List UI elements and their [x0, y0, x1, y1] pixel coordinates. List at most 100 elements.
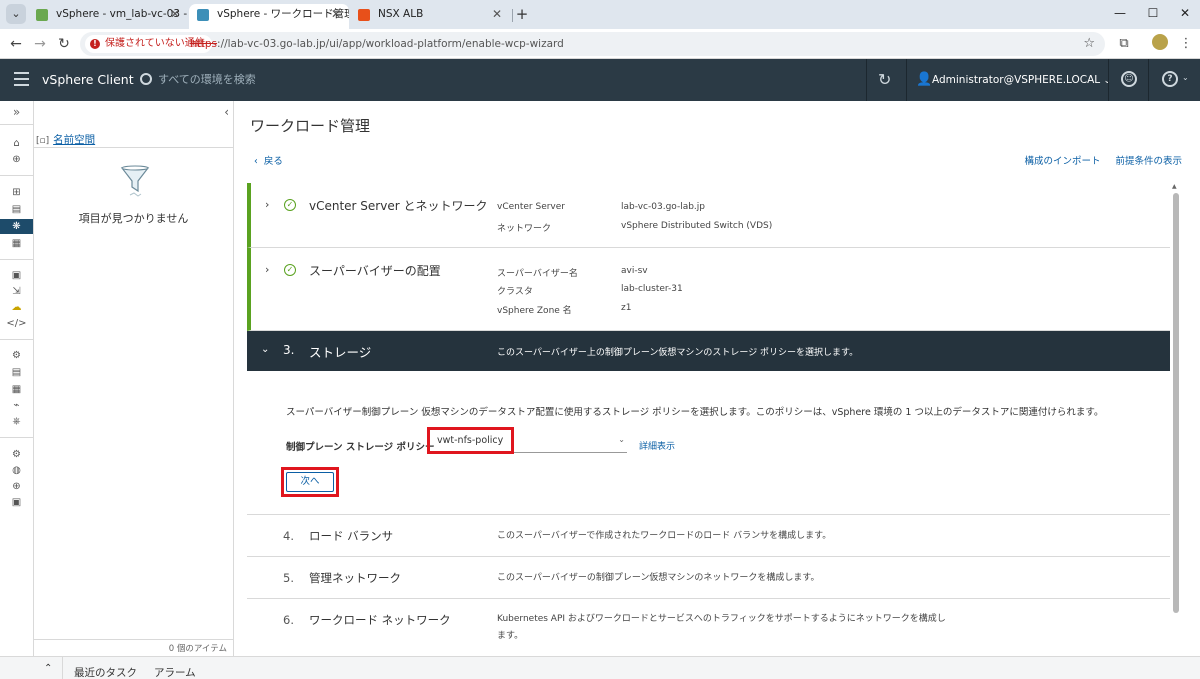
storage-icon[interactable]: ▦: [5, 236, 28, 251]
shortcuts-icon[interactable]: ⊕: [5, 152, 28, 167]
menu-icon[interactable]: [14, 72, 29, 86]
events-icon[interactable]: ▤: [5, 365, 28, 380]
hosts-clusters-icon[interactable]: ⊞: [5, 185, 28, 200]
settings-icon[interactable]: ⚙: [5, 447, 28, 462]
browser-tab-nsx-alb[interactable]: NSX ALB ✕: [350, 4, 510, 29]
policy-label: 制御プレーン ストレージ ポリシー: [286, 442, 435, 453]
browser-tab-workload[interactable]: vSphere - ワークロード管理 ✕: [189, 4, 349, 29]
browser-tab-vm[interactable]: vSphere - vm_lab-vc-03 - 仮想マ ✕: [28, 4, 188, 29]
step-number: 6.: [283, 613, 294, 627]
app-brand[interactable]: vSphere Client: [42, 59, 134, 101]
field-key: vCenter Server: [497, 202, 565, 212]
recent-tasks-tab[interactable]: 最近のタスク: [74, 665, 137, 679]
omnibox[interactable]: ! 保護されていない通信 https://lab-vc-03.go-lab.jp…: [80, 32, 1105, 56]
tab-search-chevron-icon[interactable]: ⌄: [6, 4, 26, 24]
field-key: vSphere Zone 名: [497, 306, 572, 316]
step-management-network[interactable]: 5. 管理ネットワーク このスーパーバイザーの制御プレーン仮想マシンのネットワー…: [247, 557, 1170, 599]
profile-avatar-icon[interactable]: [1150, 34, 1170, 54]
step-description: このスーパーバイザーの制御プレーン仮想マシンのネットワークを構成します。: [497, 573, 820, 583]
plugins-icon[interactable]: ⎈: [5, 414, 28, 429]
chevron-right-icon[interactable]: ›: [265, 198, 269, 211]
step-storage-header[interactable]: ⌄ 3. ストレージ このスーパーバイザー上の制御プレーン仮想マシンのストレージ…: [247, 331, 1170, 371]
wizard-actions: 構成のインポート 前提条件の表示: [1012, 153, 1182, 167]
chevron-down-icon[interactable]: ⌄: [261, 344, 269, 355]
field-value: z1: [621, 303, 632, 313]
close-icon[interactable]: ✕: [170, 4, 180, 25]
url-text[interactable]: https://lab-vc-03.go-lab.jp/ui/app/workl…: [190, 32, 564, 56]
vms-templates-icon[interactable]: ▤: [5, 202, 28, 217]
main-content: ワークロード管理 ‹ 戻る 構成のインポート 前提条件の表示 › ✓ vCente…: [234, 101, 1200, 656]
rail-divider: [0, 437, 33, 438]
navigation-rail: » ⌂ ⊕ ⊞ ▤ ❋ ▦ ▣ ⇲ ☁ </> ⚙ ▤ ▦ ⌁ ⎈ ⚙ ◍ ⊕ …: [0, 101, 34, 656]
cloud-icon[interactable]: ☁: [5, 300, 28, 315]
expand-rail-icon[interactable]: »: [0, 105, 33, 125]
warning-icon: !: [90, 39, 100, 49]
new-tab-button[interactable]: +: [512, 4, 532, 24]
highlight-box: [427, 427, 514, 454]
help-icon[interactable]: ?: [1162, 71, 1178, 87]
scrollbar[interactable]: ▲: [1172, 183, 1180, 656]
address-bar: ← → ↻ ! 保護されていない通信 https://lab-vc-03.go-…: [0, 29, 1200, 59]
user-icon: 👤: [916, 72, 933, 87]
details-link[interactable]: 詳細表示: [639, 439, 675, 452]
field-value: lab-cluster-31: [621, 284, 683, 294]
bookmark-star-icon[interactable]: ☆: [1083, 32, 1095, 56]
workload-management-icon[interactable]: ❋: [0, 219, 33, 234]
forward-arrow-icon[interactable]: →: [30, 34, 50, 54]
calendar-icon[interactable]: ▦: [5, 382, 28, 397]
step-vcenter-network[interactable]: › ✓ vCenter Server とネットワーク vCenter Serve…: [247, 183, 1170, 248]
chevron-right-icon[interactable]: ›: [265, 263, 269, 276]
tasks-icon[interactable]: ⚙: [5, 348, 28, 363]
import-config-link[interactable]: 構成のインポート: [1024, 156, 1100, 167]
header-divider: [866, 59, 867, 101]
maximize-icon[interactable]: ☐: [1138, 4, 1168, 22]
window-close-icon[interactable]: ✕: [1170, 4, 1200, 22]
rail-divider: [0, 175, 33, 176]
extensions-icon[interactable]: ⧉: [1114, 34, 1134, 54]
browser-menu-icon[interactable]: ⋮: [1176, 34, 1196, 54]
namespace-link[interactable]: [▫] 名前空間: [36, 132, 95, 147]
back-arrow-icon[interactable]: ←: [6, 34, 26, 54]
clipboard-icon[interactable]: ▣: [5, 495, 28, 510]
code-icon[interactable]: </>: [5, 316, 28, 331]
check-circle-icon: ✓: [284, 199, 296, 211]
step-description: Kubernetes API およびワークロードとサービスへのトラフィックをサポ…: [497, 614, 946, 641]
scroll-up-icon[interactable]: ▲: [1172, 183, 1177, 190]
filter-funnel-icon: [120, 165, 150, 197]
global-search[interactable]: すべての環境を検索: [140, 59, 256, 101]
chevron-up-icon[interactable]: ⌃: [44, 663, 52, 674]
url-path: ://lab-vc-03.go-lab.jp/ui/app/workload-p…: [217, 38, 564, 50]
alarms-tab[interactable]: アラーム: [154, 665, 196, 679]
tags-icon[interactable]: ⌁: [5, 398, 28, 413]
step-supervisor-placement[interactable]: › ✓ スーパーバイザーの配置 スーパーバイザー名 avi-sv クラスタ la…: [247, 248, 1170, 331]
refresh-icon[interactable]: ↻: [878, 71, 891, 89]
feedback-smiley-icon[interactable]: ☺: [1121, 71, 1137, 87]
policies-icon[interactable]: ⇲: [5, 284, 28, 299]
step-number: 4.: [283, 529, 294, 543]
step-workload-network[interactable]: 6. ワークロード ネットワーク Kubernetes API およびワークロー…: [247, 599, 1170, 656]
rail-divider: [0, 259, 33, 260]
scrollbar-thumb[interactable]: [1173, 193, 1179, 613]
chevron-down-icon: ⌄: [618, 435, 625, 444]
content-libraries-icon[interactable]: ▣: [5, 268, 28, 283]
header-divider: [906, 59, 907, 101]
header-divider: [1108, 59, 1109, 101]
minimize-icon[interactable]: —: [1105, 4, 1135, 22]
step-load-balancer[interactable]: 4. ロード バランサ このスーパーバイザーで作成されたワークロードのロード バ…: [247, 515, 1170, 557]
home-icon[interactable]: ⌂: [5, 136, 28, 151]
search-icon: [140, 73, 152, 85]
user-menu[interactable]: Administrator@VSPHERE.LOCAL ⌄: [932, 59, 1111, 102]
step-title: ストレージ: [309, 345, 372, 360]
close-icon[interactable]: ✕: [331, 4, 341, 25]
bottom-panel-bar: ⌃ 最近のタスク アラーム: [0, 656, 1200, 679]
rail-divider: [0, 339, 33, 340]
lifecycle-icon[interactable]: ◍: [5, 463, 28, 478]
add-icon[interactable]: ⊕: [5, 479, 28, 494]
reload-icon[interactable]: ↻: [54, 34, 74, 54]
chevron-down-icon[interactable]: ⌄: [1182, 73, 1189, 82]
close-icon[interactable]: ✕: [492, 4, 502, 25]
show-prereq-link[interactable]: 前提条件の表示: [1115, 156, 1182, 167]
back-link[interactable]: ‹ 戻る: [254, 153, 283, 167]
collapse-panel-icon[interactable]: ‹: [224, 105, 229, 119]
bottom-divider: [62, 657, 63, 679]
